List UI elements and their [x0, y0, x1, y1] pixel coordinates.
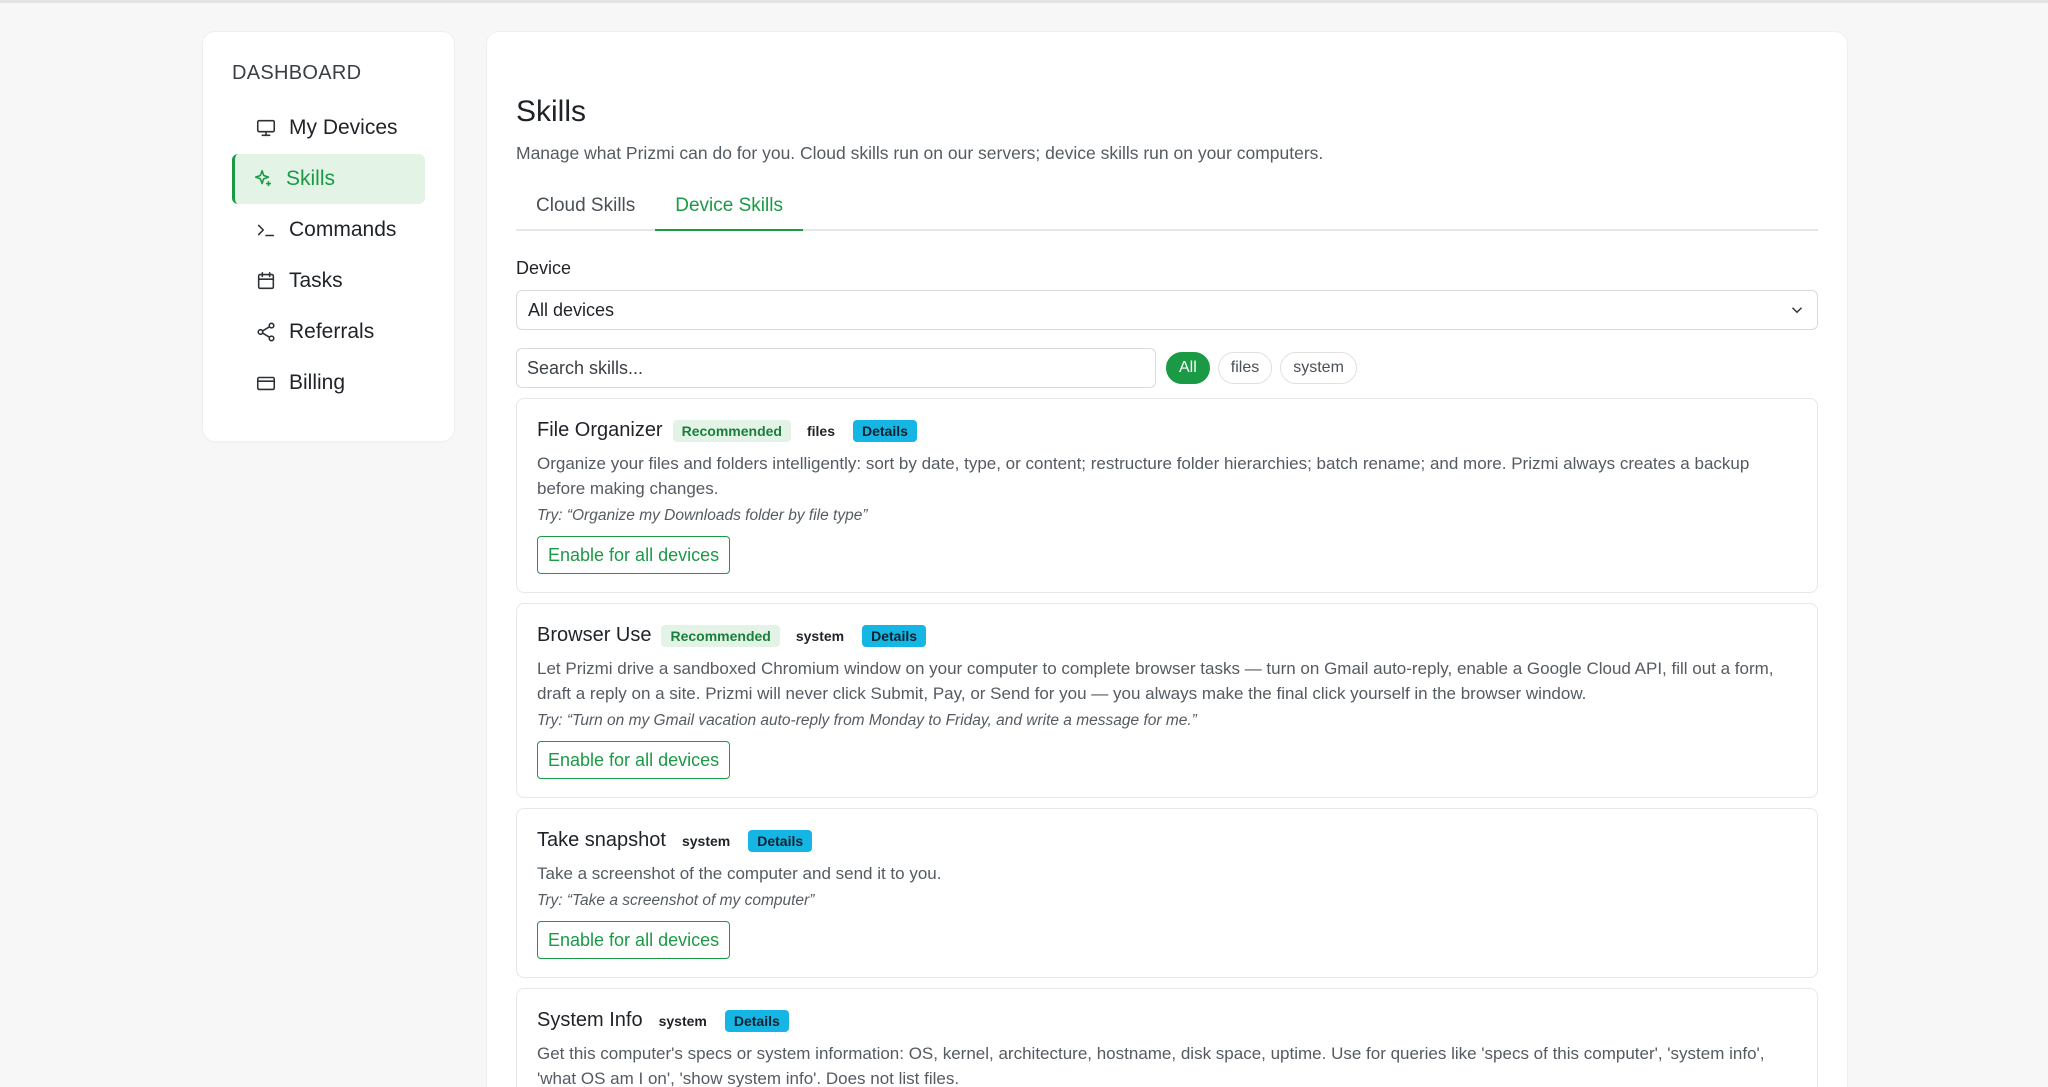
skill-card-take-snapshot: Take snapshot system Details Take a scre… [516, 808, 1818, 978]
terminal-icon [254, 218, 278, 242]
details-button[interactable]: Details [862, 624, 927, 647]
device-label: Device [516, 258, 572, 278]
sidebar-item-referrals[interactable]: Referrals [232, 307, 425, 357]
skill-name: System Info [537, 1009, 643, 1031]
sidebar-item-tasks[interactable]: Tasks [232, 256, 425, 306]
credit-card-icon [254, 371, 278, 395]
tab-cloud-skills[interactable]: Cloud Skills [516, 187, 655, 229]
monitor-icon [254, 116, 278, 140]
sidebar: DASHBOARD My Devices Skills Commands Tas… [203, 32, 454, 441]
skill-header: Take snapshot system Details [537, 829, 1797, 852]
main-panel: Skills Manage what Prizmi can do for you… [487, 32, 1847, 1087]
chevron-down-icon [1791, 307, 1803, 314]
sidebar-item-label: My Devices [289, 116, 398, 139]
category-tag: system [795, 627, 845, 644]
skill-try-example: Try: “Take a screenshot of my computer” [537, 892, 815, 909]
recommended-badge: Recommended [661, 624, 780, 647]
skill-try-example: Try: “Turn on my Gmail vacation auto-rep… [537, 712, 1197, 729]
sidebar-item-label: Referrals [289, 320, 375, 343]
sidebar-item-skills[interactable]: Skills [232, 154, 425, 204]
sidebar-heading: DASHBOARD [232, 62, 362, 84]
sidebar-item-my-devices[interactable]: My Devices [232, 103, 425, 153]
skill-header: Browser Use Recommended system Details [537, 624, 1797, 647]
filter-chip-system[interactable]: system [1280, 352, 1357, 384]
page-subtitle: Manage what Prizmi can do for you. Cloud… [516, 143, 1324, 163]
category-tag: files [806, 422, 835, 439]
skill-description: Take a screenshot of the computer and se… [537, 864, 942, 883]
category-tag: system [658, 1012, 707, 1029]
skill-list: File Organizer Recommended files Details… [516, 398, 1818, 1087]
search-input[interactable] [516, 348, 1156, 388]
top-divider [0, 0, 2048, 3]
enable-all-devices-button[interactable]: Enable for all devices [537, 536, 731, 574]
skill-card-browser-use: Browser Use Recommended system Details L… [516, 603, 1818, 798]
skill-header: File Organizer Recommended files Details [537, 419, 1797, 442]
skill-try-example: Try: “Organize my Downloads folder by fi… [537, 507, 868, 524]
skill-header: System Info system Details [537, 1009, 1797, 1032]
enable-all-devices-button[interactable]: Enable for all devices [537, 921, 731, 959]
filter-chip-files[interactable]: files [1217, 352, 1273, 384]
sidebar-item-label: Billing [289, 371, 346, 394]
skills-tabs: Cloud Skills Device Skills [516, 187, 1818, 231]
sidebar-item-billing[interactable]: Billing [232, 358, 425, 408]
search-row: All files system [516, 348, 1818, 388]
device-select-value: All devices [528, 299, 615, 320]
skill-description: Get this computer's specs or system info… [537, 1044, 1765, 1087]
calendar-icon [254, 269, 278, 293]
sidebar-item-commands[interactable]: Commands [232, 205, 425, 255]
skill-name: Browser Use [537, 624, 652, 646]
sparkle-icon [251, 167, 275, 191]
enable-all-devices-button[interactable]: Enable for all devices [537, 741, 731, 779]
sidebar-item-label: Commands [289, 218, 397, 241]
skill-name: File Organizer [537, 419, 663, 441]
skill-card-system-info: System Info system Details Get this comp… [516, 988, 1818, 1087]
details-button[interactable]: Details [748, 829, 813, 852]
filter-chip-all[interactable]: All [1166, 352, 1210, 384]
skill-card-file-organizer: File Organizer Recommended files Details… [516, 398, 1818, 593]
details-button[interactable]: Details [852, 419, 917, 442]
skill-description: Let Prizmi drive a sandboxed Chromium wi… [537, 659, 1774, 703]
details-button[interactable]: Details [724, 1009, 789, 1032]
share-icon [254, 320, 278, 344]
skill-name: Take snapshot [537, 829, 666, 851]
sidebar-item-label: Skills [286, 167, 336, 190]
recommended-badge: Recommended [672, 419, 791, 442]
tab-device-skills[interactable]: Device Skills [655, 187, 803, 231]
sidebar-item-label: Tasks [289, 269, 343, 292]
device-select[interactable]: All devices [516, 290, 1818, 330]
category-tag: system [681, 832, 731, 849]
page-title: Skills [516, 95, 587, 128]
skill-description: Organize your files and folders intellig… [537, 454, 1750, 498]
